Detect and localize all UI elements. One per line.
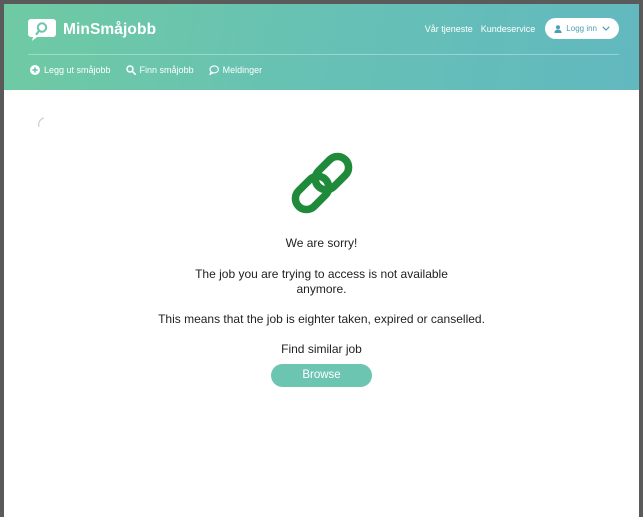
chevron-down-icon [602,26,610,31]
service-link[interactable]: Vår tjeneste [425,24,473,34]
main-nav: Legg ut småjobb Finn småjobb Meldinger [30,65,277,75]
login-label: Logg inn [566,24,597,33]
loading-spinner-icon [38,117,45,128]
nav-messages-label: Meldinger [222,65,263,75]
support-link[interactable]: Kundeservice [481,24,536,34]
chat-bubble-icon [208,65,219,75]
job-unavailable-panel: We are sorry! The job you are trying to … [4,144,639,387]
reason-message: This means that the job is eighter taken… [158,312,485,326]
unavailable-message: The job you are trying to access is not … [4,267,639,297]
apology-heading: We are sorry! [285,236,358,250]
nav-find-job[interactable]: Finn småjobb [125,65,194,75]
unavailable-message-line1: The job you are trying to access is not … [195,267,448,281]
link-chain-icon [291,152,352,214]
nav-post-job-label: Legg ut småjobb [44,65,111,75]
brand-name: MinSmåjobb [63,21,157,38]
unavailable-message-line2: anymore. [296,282,347,296]
top-links: Vår tjeneste Kundeservice Logg inn [425,18,619,39]
browser-viewport: MinSmåjobb Vår tjeneste Kundeservice Log… [4,4,639,517]
header-divider [28,54,619,55]
plus-circle-icon [30,65,40,75]
nav-messages[interactable]: Meldinger [208,65,263,75]
user-icon [554,24,562,33]
login-button[interactable]: Logg inn [545,18,619,39]
nav-find-job-label: Finn småjobb [139,65,194,75]
brand-logo[interactable]: MinSmåjobb [28,19,156,41]
browse-button[interactable]: Browse [271,364,372,387]
find-similar-label: Find similar job [281,342,362,356]
nav-post-job[interactable]: Legg ut småjobb [30,65,111,75]
logo-speech-bubble-icon [28,19,56,41]
site-header: MinSmåjobb Vår tjeneste Kundeservice Log… [4,4,639,90]
search-icon [125,65,136,75]
